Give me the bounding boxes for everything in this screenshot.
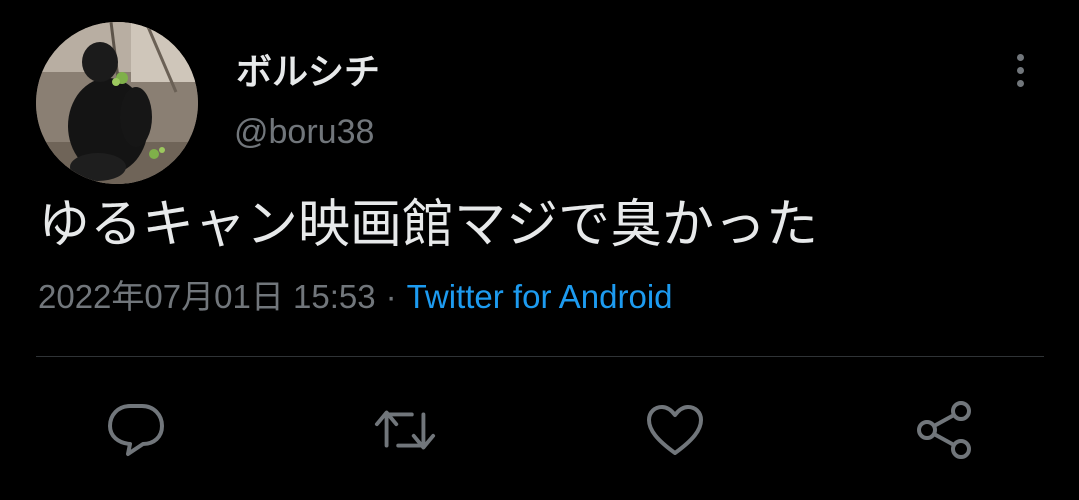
more-options-button[interactable] — [1004, 46, 1036, 94]
author-display-name[interactable]: ボルシチ — [236, 50, 380, 94]
avatar[interactable] — [36, 22, 198, 184]
retweet-button[interactable] — [373, 398, 437, 462]
more-vertical-icon — [1016, 53, 1024, 61]
reply-icon — [108, 404, 164, 456]
share-button[interactable] — [913, 398, 977, 462]
like-button[interactable] — [643, 398, 707, 462]
tweet-text: ゆるキャン映画館マジで臭かった — [38, 196, 819, 254]
gorilla-avatar-image — [36, 22, 198, 184]
more-vertical-icon-dot — [1016, 66, 1024, 74]
more-vertical-icon-dot — [1016, 79, 1024, 87]
like-icon — [647, 405, 703, 455]
retweet-icon — [374, 410, 436, 450]
divider — [36, 356, 1044, 357]
tweet-source-link[interactable]: Twitter for Android — [407, 278, 673, 315]
share-icon — [917, 401, 971, 459]
tweet-meta: 2022年07月01日 15:53 · Twitter for Android — [38, 276, 673, 318]
meta-separator: · — [385, 278, 397, 315]
author-handle[interactable]: @boru38 — [234, 111, 374, 153]
reply-button[interactable] — [104, 398, 168, 462]
tweet-timestamp[interactable]: 2022年07月01日 15:53 — [38, 278, 376, 315]
